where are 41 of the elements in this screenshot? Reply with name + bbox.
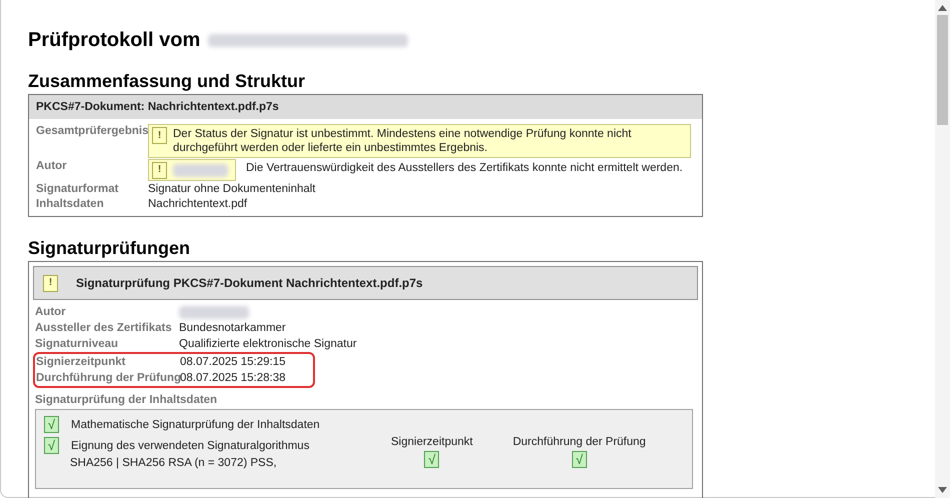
field-value: Bundesnotarkammer [179, 321, 286, 335]
page-title: Prüfprotokoll vom [28, 28, 200, 52]
column-heading: Durchführung der Prüfung [512, 435, 646, 449]
check-label: Mathematische Signaturprüfung der Inhaltsdaten [71, 418, 320, 432]
section-heading: Signaturprüfungen [28, 237, 191, 259]
field-label: Signierzeitpunkt [36, 355, 126, 369]
field-value: Signatur ohne Dokumenteninhalt [148, 182, 316, 196]
field-label: Signaturniveau [35, 337, 120, 351]
algorithm-text: SHA256 | SHA256 RSA (n = 3072) PSS, [70, 456, 277, 470]
warning-icon: ! [43, 274, 58, 292]
warning-icon: ! [152, 127, 167, 144]
section-heading: Zusammenfassung und Struktur [28, 70, 306, 92]
field-label: Durchführung der Prüfung [36, 371, 180, 385]
field-value: 08.07.2025 15:29:15 [180, 355, 286, 369]
field-label: Gesamtprüfergebnis [36, 124, 148, 139]
scrollbar[interactable] [935, 0, 950, 498]
field-value: 08.07.2025 15:28:38 [180, 371, 286, 385]
scroll-up-icon[interactable] [938, 5, 947, 11]
check-icon: √ [44, 416, 59, 433]
check-icon: √ [572, 451, 587, 468]
field-label: Autor [36, 159, 68, 174]
field-label: Inhaltsdaten [36, 197, 105, 211]
column-heading: Signierzeitpunkt [391, 435, 473, 449]
field-value: Die Vertrauenswürdigkeit des Ausstellers des Zertifikats konnte nicht ermittelt werden. [246, 161, 683, 175]
panel-title: PKCS#7-Dokument: Nachrichtentext.pdf.p7s [29, 95, 702, 119]
scrollbar-thumb[interactable] [937, 15, 948, 125]
field-value: Nachrichtentext.pdf [148, 197, 248, 211]
scroll-down-icon[interactable] [938, 487, 947, 493]
alert-text: Der Status der Signatur ist unbestimmt. Mindestens eine notwendige Prüfung konnte nicht durchgeführt werden oder lieferte ein unbestimmtes Ergebnis. [173, 127, 632, 155]
panel-title: Signaturprüfung PKCS#7-Dokument Nachrichtentext.pdf.p7s [76, 276, 423, 290]
check-label: Eignung des verwendeten Signaturalgorithmus [71, 438, 310, 452]
check-icon: √ [44, 437, 59, 454]
warning-icon: ! [152, 162, 167, 178]
subsection-heading: Signaturprüfung der Inhaltsdaten [35, 393, 218, 407]
field-label: Signaturformat [36, 182, 120, 196]
field-value: Qualifizierte elektronische Signatur [179, 337, 357, 351]
field-label: Aussteller des Zertifikats [35, 321, 173, 335]
field-label: Autor [35, 305, 67, 319]
check-icon: √ [424, 451, 440, 468]
redacted-name [173, 164, 228, 176]
redacted-name [179, 306, 249, 318]
